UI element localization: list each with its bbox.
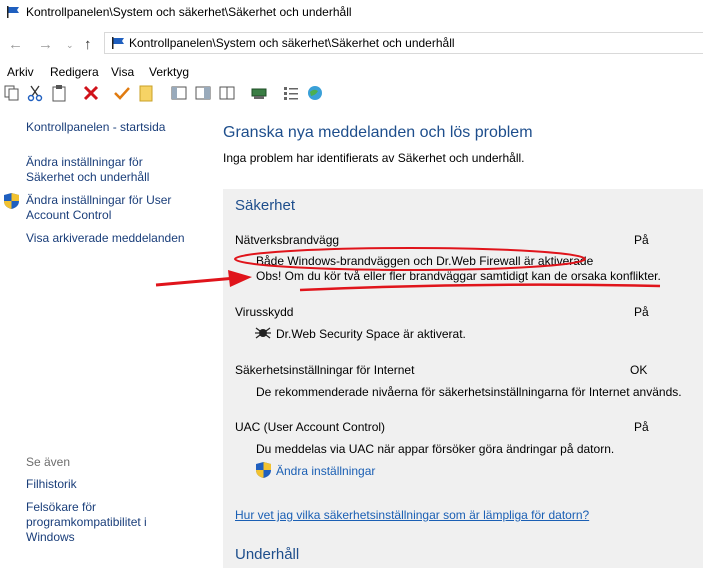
annotation-ellipse bbox=[234, 247, 586, 271]
uac-status: På bbox=[634, 420, 649, 434]
virus-label: Virusskydd bbox=[235, 305, 294, 319]
internet-label: Säkerhetsinställningar för Internet bbox=[235, 363, 415, 377]
internet-status: OK bbox=[630, 363, 648, 377]
internet-description: De rekommenderade nivåerna för säkerhets… bbox=[256, 385, 682, 399]
uac-label: UAC (User Account Control) bbox=[235, 420, 386, 434]
virus-description: Dr.Web Security Space är aktiverat. bbox=[276, 327, 466, 341]
uac-shield-icon bbox=[256, 462, 271, 478]
maintenance-section-title[interactable]: Underhåll bbox=[235, 546, 299, 563]
annotation-underline bbox=[299, 283, 661, 292]
annotation-arrow-shaft bbox=[155, 276, 237, 287]
virus-status: På bbox=[634, 305, 649, 319]
security-help-link[interactable]: Hur vet jag vilka säkerhetsinställningar… bbox=[235, 508, 589, 522]
annotation-overlay bbox=[155, 247, 661, 292]
uac-change-settings-link[interactable]: Ändra inställningar bbox=[276, 464, 375, 478]
uac-description: Du meddelas via UAC när appar försöker g… bbox=[256, 442, 615, 456]
annotation-arrow-head bbox=[228, 270, 252, 287]
drweb-spider-icon bbox=[255, 327, 271, 339]
